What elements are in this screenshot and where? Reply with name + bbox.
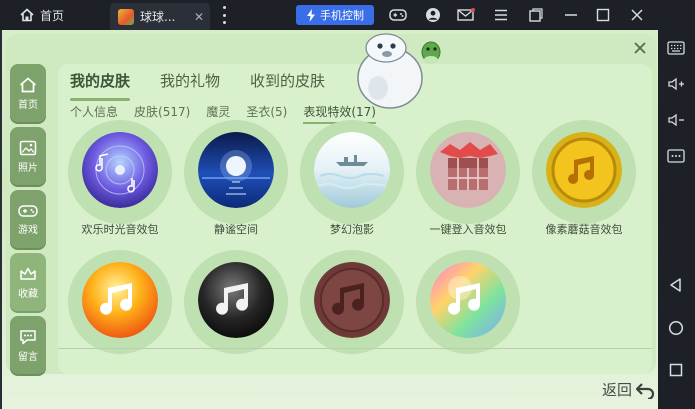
- sky-ship-icon: [314, 132, 390, 208]
- phone-control-label: 手机控制: [320, 9, 364, 22]
- effect-item-label: 梦幻泡影: [330, 223, 374, 236]
- phone-control-button[interactable]: 手机控制: [296, 5, 374, 25]
- emulator-sidebar: [658, 30, 695, 409]
- tab-my-gifts[interactable]: 我的礼物: [160, 70, 220, 96]
- restore-window-icon[interactable]: [527, 6, 545, 24]
- maximize-icon[interactable]: [594, 6, 612, 24]
- gamepad-icon: [18, 205, 38, 217]
- crown-icon: [20, 267, 36, 280]
- brown-note-icon: [314, 262, 390, 338]
- tab-close-icon[interactable]: ✕: [194, 10, 204, 24]
- user-avatar-icon[interactable]: [424, 6, 442, 24]
- home-nav-icon[interactable]: [666, 318, 686, 338]
- nav-photo-button[interactable]: 照片: [10, 127, 46, 187]
- home-tab[interactable]: 首页: [0, 0, 108, 30]
- effect-item[interactable]: 一键登入音效包: [412, 120, 524, 240]
- nav-game-label: 游戏: [18, 225, 38, 236]
- subtab-effects[interactable]: 表现特效(17): [303, 103, 376, 121]
- tab-my-skins[interactable]: 我的皮肤: [70, 70, 131, 101]
- home-tab-label: 首页: [40, 8, 65, 23]
- mascot-character: [357, 33, 441, 109]
- back-button[interactable]: 返回: [602, 379, 655, 400]
- panel-divider: [58, 348, 652, 349]
- volume-up-icon[interactable]: [666, 74, 686, 94]
- nav-game-button[interactable]: 游戏: [10, 190, 46, 250]
- black-note-icon: [198, 262, 274, 338]
- back-nav-icon[interactable]: [666, 275, 686, 295]
- more-options-icon[interactable]: [666, 146, 686, 166]
- nav-message-label: 留言: [18, 352, 38, 363]
- minimize-icon[interactable]: [562, 6, 580, 24]
- app-icon: [118, 8, 134, 25]
- home-icon: [19, 77, 37, 93]
- mail-icon[interactable]: [457, 6, 475, 24]
- back-label: 返回: [602, 381, 633, 399]
- app-tab[interactable]: 球球... ✕: [110, 3, 210, 30]
- nav-favorite-button[interactable]: 收藏: [10, 253, 46, 313]
- subtab-spirits[interactable]: 魔灵: [206, 103, 230, 121]
- brick-box-icon: [430, 132, 506, 208]
- effect-item[interactable]: [64, 250, 176, 370]
- tab-received-skins[interactable]: 收到的皮肤: [250, 70, 325, 96]
- message-icon: [20, 330, 36, 345]
- effect-item-label: 一键登入音效包: [429, 223, 507, 236]
- effect-item[interactable]: [412, 250, 524, 370]
- home-icon: [20, 8, 34, 22]
- photo-icon: [19, 140, 37, 156]
- nav-message-button[interactable]: 留言: [10, 316, 46, 376]
- close-dialog-icon[interactable]: [630, 38, 650, 58]
- nav-home-button[interactable]: 首页: [10, 64, 46, 124]
- subtab-skins[interactable]: 皮肤(517): [134, 103, 190, 121]
- return-arrow-icon: [635, 382, 655, 399]
- app-tab-label: 球球...: [140, 10, 176, 24]
- emulator-window: 首页 球球... ✕ 手机控制 首页 照片 游戏 收藏 留言 我的皮肤 我的礼物…: [0, 0, 695, 409]
- more-menu-icon[interactable]: [218, 6, 230, 24]
- effect-item[interactable]: 静谧空间: [180, 120, 292, 240]
- subtab-profile[interactable]: 个人信息: [70, 103, 118, 121]
- subtab-armor[interactable]: 圣衣(5): [246, 103, 287, 121]
- lightning-icon: [307, 8, 315, 22]
- nav-home-label: 首页: [18, 100, 38, 111]
- orange-note-icon: [82, 262, 158, 338]
- effect-item[interactable]: [296, 250, 408, 370]
- recent-apps-icon[interactable]: [666, 360, 686, 380]
- nav-photo-label: 照片: [18, 163, 38, 174]
- effect-item[interactable]: 欢乐时光音效包: [64, 120, 176, 240]
- effect-item-label: 静谧空间: [214, 223, 258, 236]
- gold-pixel-coin-icon: [546, 132, 622, 208]
- effect-item-label: 像素蘑菇音效包: [545, 223, 623, 236]
- close-window-icon[interactable]: [628, 6, 646, 24]
- menu-icon[interactable]: [492, 6, 510, 24]
- nav-favorite-label: 收藏: [18, 289, 38, 300]
- volume-down-icon[interactable]: [666, 110, 686, 130]
- night-moon-icon: [198, 132, 274, 208]
- game-screen: 首页 照片 游戏 收藏 留言 我的皮肤 我的礼物 收到的皮肤 个人信息 皮肤(5…: [0, 30, 658, 409]
- rainbow-note-icon: [430, 262, 506, 338]
- music-disc-icon: [82, 132, 158, 208]
- gamepad-icon[interactable]: [389, 6, 407, 24]
- effect-item-label: 欢乐时光音效包: [81, 223, 159, 236]
- title-bar: 首页 球球... ✕ 手机控制: [0, 0, 695, 30]
- effect-item[interactable]: [180, 250, 292, 370]
- sub-tabs: 个人信息 皮肤(517) 魔灵 圣衣(5) 表现特效(17): [70, 103, 376, 121]
- effects-grid: 欢乐时光音效包 静谧空间 梦幻泡影 一键登入音效包 像素蘑菇音效包: [64, 120, 644, 380]
- effect-item[interactable]: 像素蘑菇音效包: [528, 120, 640, 240]
- keyboard-icon[interactable]: [666, 38, 686, 58]
- effect-item[interactable]: 梦幻泡影: [296, 120, 408, 240]
